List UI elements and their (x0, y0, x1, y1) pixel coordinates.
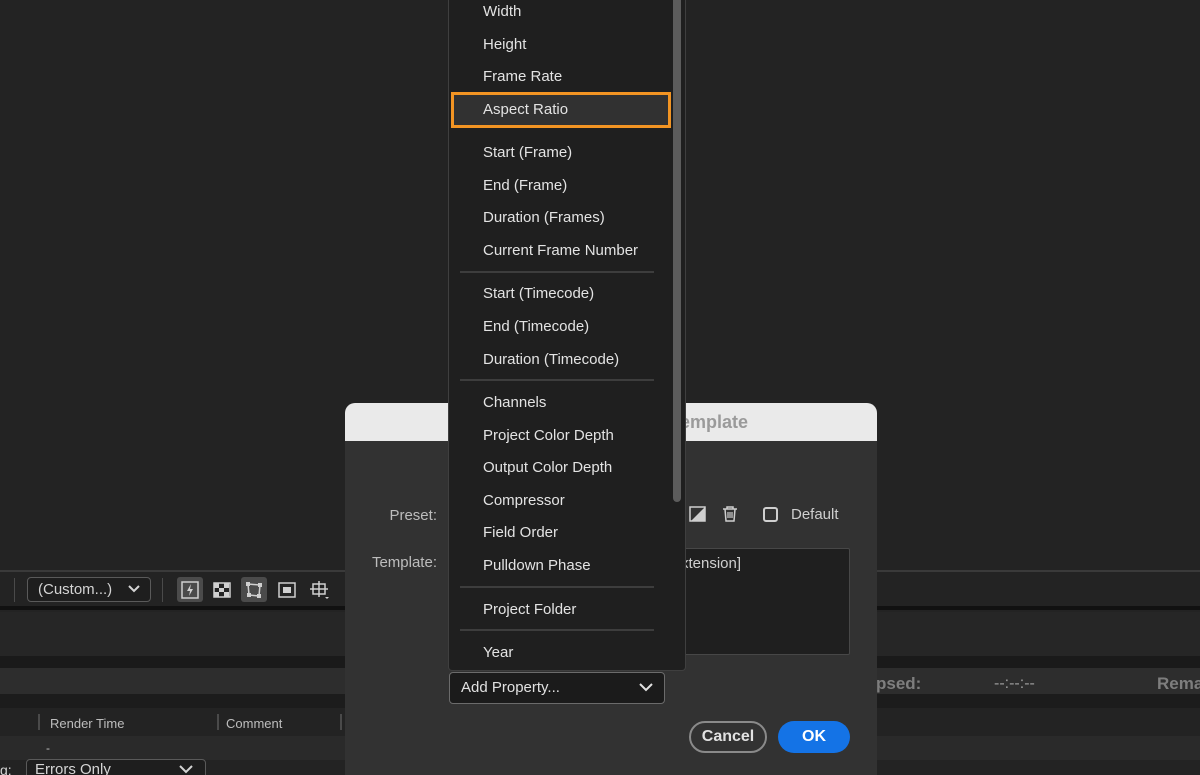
add-property-value: Add Property... (461, 679, 560, 696)
menu-item-compressor[interactable]: Compressor (483, 492, 565, 509)
toolbar-divider (162, 578, 163, 602)
ok-button[interactable]: OK (778, 721, 850, 753)
lightning-icon (181, 580, 199, 599)
menu-separator (460, 271, 654, 273)
menu-item-frame-rate[interactable]: Frame Rate (483, 68, 562, 85)
menu-item-project-folder[interactable]: Project Folder (483, 601, 576, 618)
menu-item-aspect-ratio[interactable]: Aspect Ratio (483, 101, 568, 118)
region-of-interest-button[interactable] (274, 577, 300, 602)
menu-item-duration-frames[interactable]: Duration (Frames) (483, 209, 605, 226)
menu-item-year[interactable]: Year (483, 644, 513, 661)
crosshair-icon (310, 580, 329, 599)
chevron-down-icon (179, 765, 193, 774)
resolution-select[interactable]: (Custom...) (27, 577, 151, 602)
menu-item-width[interactable]: Width (483, 3, 521, 20)
elapsed-label: psed: (876, 674, 922, 693)
menu-item-height[interactable]: Height (483, 36, 526, 53)
checkerboard-icon (213, 581, 231, 598)
add-property-menu: Width Height Frame Rate Aspect Ratio Sta… (448, 0, 686, 671)
menu-separator (460, 629, 654, 631)
menu-item-start-timecode[interactable]: Start (Timecode) (483, 285, 594, 302)
column-separator[interactable] (217, 714, 219, 730)
default-checkbox[interactable] (763, 507, 778, 522)
menu-separator (460, 586, 654, 588)
column-comment[interactable]: Comment (226, 716, 282, 731)
menu-scrollbar[interactable] (673, 0, 681, 502)
save-preset-icon[interactable] (689, 505, 707, 523)
mask-icon (246, 581, 262, 598)
remaining-label: Rema (1157, 674, 1200, 693)
cancel-button[interactable]: Cancel (689, 721, 767, 753)
menu-item-duration-timecode[interactable]: Duration (Timecode) (483, 351, 619, 368)
chevron-down-icon (128, 585, 140, 593)
template-label: Template: (371, 554, 437, 571)
log-label: g: (0, 762, 12, 775)
resolution-select-value: (Custom...) (38, 581, 113, 598)
preset-label: Preset: (389, 507, 437, 524)
menu-item-end-timecode[interactable]: End (Timecode) (483, 318, 589, 335)
fast-previews-button[interactable] (177, 577, 203, 602)
menu-item-channels[interactable]: Channels (483, 394, 546, 411)
template-field-text: xtension] (681, 555, 742, 572)
template-field[interactable]: xtension] (680, 548, 850, 655)
region-icon (278, 581, 296, 598)
grid-guides-button[interactable] (306, 577, 332, 602)
log-select[interactable]: Errors Only (26, 759, 206, 775)
trash-icon[interactable] (722, 505, 738, 523)
menu-item-current-frame-number[interactable]: Current Frame Number (483, 242, 638, 259)
menu-item-pulldown-phase[interactable]: Pulldown Phase (483, 557, 591, 574)
column-render-time[interactable]: Render Time (50, 716, 124, 731)
default-label: Default (791, 506, 839, 523)
elapsed-value: --:--:-- (994, 675, 1035, 692)
column-separator[interactable] (38, 714, 40, 730)
dialog-title: emplate (680, 412, 749, 432)
menu-item-field-order[interactable]: Field Order (483, 524, 558, 541)
menu-item-start-frame[interactable]: Start (Frame) (483, 144, 572, 161)
menu-item-project-color-depth[interactable]: Project Color Depth (483, 427, 614, 444)
chevron-down-icon (639, 683, 653, 692)
menu-separator (460, 379, 654, 381)
toolbar-divider (14, 578, 15, 602)
render-time-cell: - (46, 741, 50, 755)
menu-item-output-color-depth[interactable]: Output Color Depth (483, 459, 612, 476)
transparency-grid-button[interactable] (209, 577, 235, 602)
log-select-value: Errors Only (35, 761, 111, 775)
menu-item-end-frame[interactable]: End (Frame) (483, 177, 567, 194)
add-property-select[interactable]: Add Property... (449, 672, 665, 704)
mask-path-button[interactable] (241, 577, 267, 602)
column-separator[interactable] (340, 714, 342, 730)
